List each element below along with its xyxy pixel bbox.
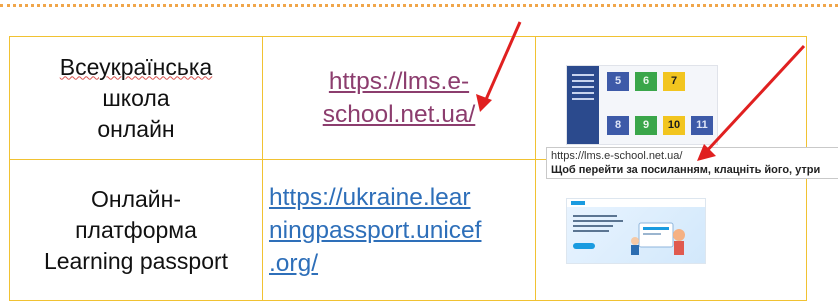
red-arrowhead-icon — [476, 94, 492, 112]
red-arrowhead-icon — [697, 144, 716, 161]
red-arrow-icon — [482, 21, 522, 105]
annotation-arrows — [476, 21, 806, 161]
red-arrow-icon — [702, 44, 806, 156]
